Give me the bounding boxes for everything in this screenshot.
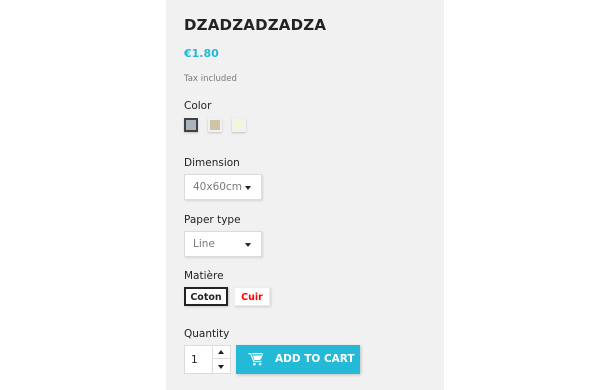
dimension-value: 40x60cm: [193, 181, 242, 193]
color-swatch-grey[interactable]: [184, 118, 198, 132]
product-info-panel: DZADZADZADZA €1.80 Tax included Color Di…: [166, 0, 444, 390]
quantity-stepper[interactable]: 1: [184, 345, 231, 374]
product-title: DZADZADZADZA: [184, 16, 327, 34]
quantity-spinner: [212, 346, 230, 373]
caret-down-icon: [245, 186, 251, 190]
increment-icon[interactable]: [213, 346, 230, 359]
color-swatch-taupe[interactable]: [208, 118, 222, 132]
material-option-cuir[interactable]: Cuir: [234, 287, 270, 306]
caret-down-icon: [245, 243, 251, 247]
material-label: Matière: [184, 270, 224, 282]
product-price: €1.80: [184, 47, 219, 60]
dimension-label: Dimension: [184, 157, 240, 169]
add-to-cart-button[interactable]: ADD TO CART: [236, 345, 360, 374]
add-to-cart-label: ADD TO CART: [275, 353, 355, 365]
color-swatches: [184, 118, 246, 132]
paper-type-label: Paper type: [184, 214, 241, 226]
tax-note: Tax included: [184, 74, 237, 84]
shopping-cart-icon: [248, 352, 263, 366]
dimension-select[interactable]: 40x60cm: [184, 174, 262, 200]
color-label: Color: [184, 100, 212, 112]
decrement-icon[interactable]: [213, 360, 230, 373]
quantity-input[interactable]: 1: [191, 354, 198, 366]
paper-type-value: Line: [193, 238, 215, 250]
color-swatch-offwhite[interactable]: [232, 118, 246, 132]
material-option-coton[interactable]: Coton: [184, 287, 228, 306]
paper-type-select[interactable]: Line: [184, 231, 262, 257]
quantity-label: Quantity: [184, 328, 230, 340]
